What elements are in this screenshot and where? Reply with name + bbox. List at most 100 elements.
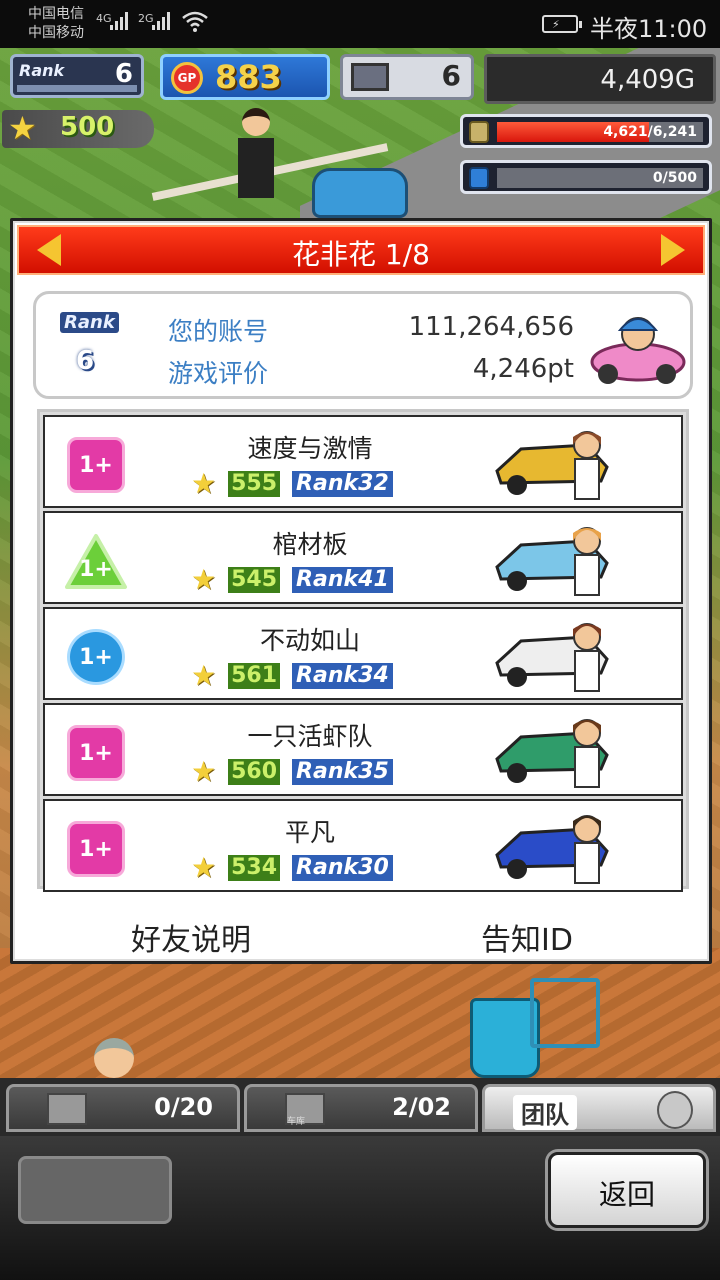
boost-badge-icon[interactable]: 1+ [67,437,125,493]
account-rank-label: Rank [60,312,119,333]
research-counter[interactable]: 6 [340,54,474,100]
account-id-value: 111,264,656 [408,312,574,342]
team-score: 561 [228,663,281,689]
notify-id-link[interactable]: 告知ID [481,915,573,959]
fuel-gauge-text: 4,621/6,241 [603,124,697,140]
gp-counter[interactable]: GP 883 [160,54,330,100]
boost-badge-label: 1+ [79,452,113,478]
clock: 半夜11:00 [590,15,708,43]
star-icon: ★ [191,659,217,692]
team-name: 不动如山 [259,626,360,655]
rank-label: Rank [19,61,65,80]
driver-avatar [573,431,601,500]
rating-value: 4,246pt [472,354,574,384]
research-value: 6 [441,59,461,92]
team-rank: Rank30 [292,855,393,881]
team-rank: Rank32 [292,471,393,497]
friend-row[interactable]: 1+ 一只活虾队 ★ 560 Rank35 [43,703,683,796]
oil-gauge: 0/500 [460,160,712,194]
driver-avatar [573,527,601,596]
friend-help-link[interactable]: 好友说明 [131,915,251,959]
friend-list-panel: 花非花 1/8 Rank 6 您的账号 111,264,656 游戏评价 4,2… [10,218,712,964]
panel-header: 花非花 1/8 [17,225,705,275]
boost-badge-label: 1+ [79,556,113,582]
carrier-info: 中国电信 中国移动 [28,5,84,43]
star-icon: ★ [191,851,217,884]
tab-team[interactable]: 团队 [482,1084,716,1132]
star-icon: ★ [191,467,217,500]
back-button[interactable]: 返回 [548,1152,706,1228]
driver-avatar [573,623,601,692]
team-rank: Rank34 [292,663,393,689]
money-display: 4,409G [484,54,716,104]
team-name: 一只活虾队 [247,722,373,751]
team-stats: ★ 561 Rank34 [191,661,393,691]
bottom-tab-bar: 0/20 车库 2/02 团队 [0,1078,720,1136]
visitor-character [94,1038,134,1078]
tab-garage[interactable]: 车库 2/02 [244,1084,478,1132]
boost-badge-icon[interactable]: 1+ [65,533,127,589]
account-rank-value: 6 [76,346,95,376]
gp-value: 883 [215,58,282,96]
shopping-cart [530,978,600,1048]
team-rank: Rank35 [292,759,393,785]
boost-badge-icon[interactable]: 1+ [67,725,125,781]
friend-row[interactable]: 1+ 不动如山 ★ 561 Rank34 [43,607,683,700]
oil-can-icon [469,167,489,189]
friend-row[interactable]: 1+ 速度与激情 ★ 555 Rank32 [43,415,683,508]
bottom-panel: 返回 [0,1136,720,1280]
driver-avatar [573,719,601,788]
boost-badge-label: 1+ [79,644,113,670]
carrier-2: 中国移动 [28,25,84,41]
fuel-gauge: 4,621/6,241 [460,114,712,148]
boost-badge-label: 1+ [79,740,113,766]
friend-list[interactable]: 1+ 速度与激情 ★ 555 Rank32 1+ 棺材板 ★ 545 Rank41 1+ 不动如山 ★ 5… [37,409,689,892]
team-score: 545 [228,567,281,593]
team-stats: ★ 545 Rank41 [191,565,393,595]
driver-avatar [573,815,601,884]
next-page-arrow-icon[interactable] [661,234,685,266]
friend-row[interactable]: 1+ 平凡 ★ 534 Rank30 [43,799,683,892]
rating-label: 游戏评价 [168,359,269,388]
boost-badge-icon[interactable]: 1+ [67,821,125,877]
carrier-1: 中国电信 [28,6,84,22]
account-id-label: 您的账号 [168,317,269,346]
signal-icon [110,12,128,30]
panel-footer: 好友说明 告知ID [13,915,709,958]
crate-icon [47,1093,87,1125]
star-icon: ★ [191,563,217,596]
team-stats: ★ 560 Rank35 [191,757,393,787]
friend-row[interactable]: 1+ 棺材板 ★ 545 Rank41 [43,511,683,604]
team-score: 534 [228,855,281,881]
boost-badge-icon[interactable]: 1+ [67,629,125,685]
items-count: 0/20 [154,1093,213,1121]
account-summary: Rank 6 您的账号 111,264,656 游戏评价 4,246pt [33,291,693,399]
back-button-label: 返回 [598,1178,655,1211]
staff-character [238,108,274,218]
wifi-icon [182,11,208,32]
money-value: 4,409G [600,65,695,95]
player-rank[interactable]: Rank 6 [10,54,144,98]
star-icon: ★ [191,755,217,788]
battery-icon: ⚡ [542,15,582,33]
team-name: 速度与激情 [247,434,373,463]
team-member-avatar [657,1091,693,1129]
team-rank: Rank41 [292,567,393,593]
tab-items[interactable]: 0/20 [6,1084,240,1132]
status-bar: 中国电信 中国移动 4G 2G ⚡ 半夜11:00 [0,0,720,48]
team-score: 555 [228,471,281,497]
background-kart [312,168,408,218]
star-icon: ★ [8,109,37,147]
garage-count: 2/02 [392,1093,451,1121]
team-label: 团队 [513,1095,577,1130]
garage-label: 车库 [287,1117,306,1127]
fans-value: 500 [60,112,115,142]
signal-icon-2 [152,12,170,30]
gp-coin-icon: GP [171,62,203,94]
team-stats: ★ 555 Rank32 [191,469,393,499]
computer-icon [351,63,389,91]
empty-slot[interactable] [18,1156,172,1224]
coin-stack-icon [469,121,489,143]
player-kart-icon [590,317,686,384]
team-name: 平凡 [284,818,335,847]
